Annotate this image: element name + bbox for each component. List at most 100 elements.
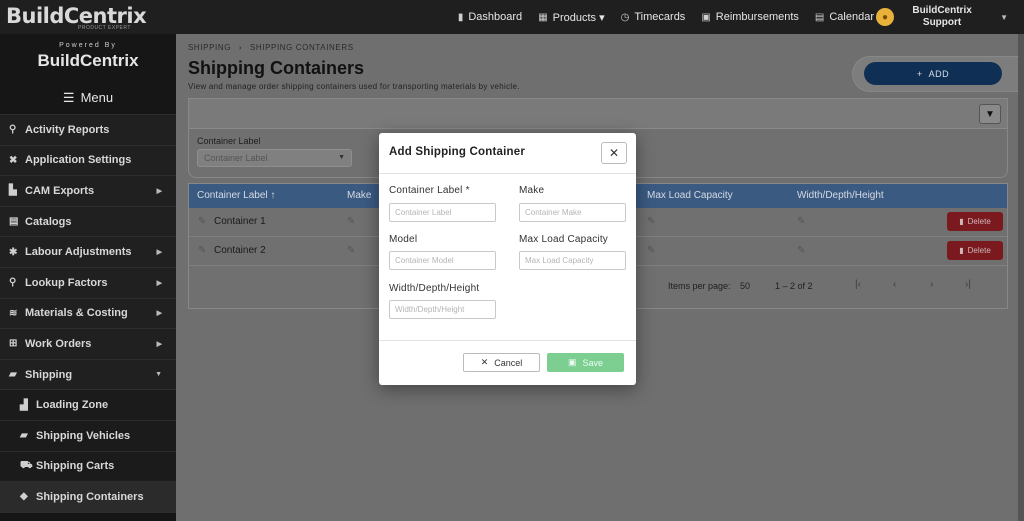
cancel-button[interactable]: ✕ Cancel <box>463 353 540 372</box>
make-input[interactable] <box>519 203 626 222</box>
model-input[interactable] <box>389 251 496 270</box>
breadcrumb: SHIPPING › SHIPPING CONTAINERS <box>188 43 359 52</box>
save-icon: ▣ <box>567 357 577 367</box>
sidebar-item-shipping[interactable]: ▰ Shipping ▼ <box>0 359 176 391</box>
nav-reimbursements[interactable]: ▣ Reimbursements <box>701 11 799 23</box>
cancel-label: Cancel <box>494 357 523 368</box>
sidebar-item-shipping-containers[interactable]: ◆ Shipping Containers <box>0 482 176 513</box>
scrollbar[interactable] <box>1018 34 1024 521</box>
add-button[interactable]: + ADD <box>864 62 1002 85</box>
previous-page-icon[interactable]: ‹ <box>893 279 896 290</box>
close-icon: ✕ <box>608 146 620 160</box>
nav-calendar[interactable]: ▤ Calendar <box>815 11 874 23</box>
chevron-right-icon: ▶ <box>156 249 162 257</box>
bar-chart-icon: ▮ <box>457 11 464 23</box>
items-per-page-select[interactable]: 50 <box>740 281 750 291</box>
search-icon: ⚲ <box>9 124 17 136</box>
user-name-line1: BuildCentrix <box>912 5 972 16</box>
last-page-icon[interactable]: ›| <box>965 279 971 290</box>
edit-icon[interactable]: ✎ <box>347 216 355 227</box>
sidebar-item-cam-exports[interactable]: ▙ CAM Exports ▶ <box>0 176 176 207</box>
delete-button[interactable]: ▮ Delete <box>947 212 1003 231</box>
sidebar-item-label: Activity Reports <box>25 123 110 136</box>
box-icon: ◆ <box>20 491 28 503</box>
filter-header: ▼ <box>189 99 1007 129</box>
column-header-container-label[interactable]: Container Label ↑ <box>197 190 275 201</box>
sidebar-item-label: Shipping Carts <box>36 460 115 473</box>
filter-label: Container Label <box>197 136 261 146</box>
sidebar-item-label: Labour Adjustments <box>25 246 132 259</box>
truck-icon: ▰ <box>20 430 28 442</box>
sidebar-item-shipping-vehicles[interactable]: ▰ Shipping Vehicles <box>0 420 176 452</box>
nav-label: Timecards <box>634 11 686 23</box>
file-export-icon: ▙ <box>9 185 17 197</box>
nav-timecards[interactable]: ◷ Timecards <box>621 11 686 23</box>
edit-icon[interactable]: ✎ <box>198 216 206 227</box>
save-label: Save <box>582 357 604 368</box>
chevron-right-icon: ▶ <box>156 187 162 195</box>
nav-dashboard[interactable]: ▮ Dashboard <box>458 11 522 23</box>
delete-button[interactable]: ▮ Delete <box>947 241 1003 260</box>
book-icon: ▤ <box>9 216 19 228</box>
dialog-divider <box>379 340 636 341</box>
sidebar-item-work-orders[interactable]: ⊞ Work Orders ▶ <box>0 329 176 360</box>
page-title: Shipping Containers <box>188 58 365 78</box>
sidebar-item-activity-reports[interactable]: ⚲ Activity Reports <box>0 115 176 146</box>
edit-icon[interactable]: ✎ <box>797 216 805 227</box>
nav-label: Reimbursements <box>715 11 799 23</box>
sidebar-item-labour-adjustments[interactable]: ✱ Labour Adjustments ▶ <box>0 237 176 268</box>
max-load-input[interactable] <box>519 251 626 270</box>
sidebar-item-label: Lookup Factors <box>25 276 108 289</box>
sidebar-item-label: Loading Zone <box>36 399 109 412</box>
column-header-dimensions[interactable]: Width/Depth/Height <box>797 190 884 201</box>
caret-down-icon: ▼ <box>338 154 345 161</box>
chevron-right-icon: ▶ <box>156 310 162 318</box>
sidebar-item-materials-costing[interactable]: ≋ Materials & Costing ▶ <box>0 298 176 330</box>
sidebar-item-lookup-factors[interactable]: ⚲ Lookup Factors ▶ <box>0 267 176 299</box>
sidebar-item-application-settings[interactable]: ✖ Application Settings <box>0 145 176 177</box>
next-page-icon[interactable]: › <box>930 279 933 290</box>
user-menu[interactable]: ● BuildCentrix Support ▼ <box>876 0 1008 34</box>
container-label-cell: Container 1 <box>214 216 266 227</box>
sidebar-brand: BuildCentrix <box>37 51 139 70</box>
close-button[interactable]: ✕ <box>601 142 627 164</box>
menu-toggle[interactable]: ☰ Menu <box>0 81 176 115</box>
items-per-page-label: Items per page: <box>668 281 731 291</box>
edit-icon[interactable]: ✎ <box>647 245 655 256</box>
edit-icon[interactable]: ✎ <box>198 245 206 256</box>
sidebar-item-label: Work Orders <box>25 337 92 350</box>
column-header-max-load[interactable]: Max Load Capacity <box>647 190 733 201</box>
make-label: Make <box>519 185 545 196</box>
edit-icon[interactable]: ✎ <box>347 245 355 256</box>
column-header-make[interactable]: Make <box>347 190 371 201</box>
add-button-label: ADD <box>928 68 950 79</box>
brand-subtitle: PRODUCT EXPERT <box>78 25 131 31</box>
chevron-down-icon: ▼ <box>1000 12 1008 22</box>
hamburger-icon: ☰ <box>62 89 75 105</box>
cart-icon: ⛟ <box>20 459 33 471</box>
first-page-icon[interactable]: |‹ <box>855 279 861 290</box>
container-label-cell: Container 2 <box>214 245 266 256</box>
save-button[interactable]: ▣ Save <box>547 353 624 372</box>
dialog-title: Add Shipping Container <box>389 146 525 158</box>
sidebar-item-catalogs[interactable]: ▤ Catalogs <box>0 206 176 238</box>
dimensions-input[interactable] <box>389 300 496 319</box>
delete-label: Delete <box>967 246 991 255</box>
breadcrumb-item[interactable]: SHIPPING <box>188 43 231 52</box>
calendar-icon: ▤ <box>814 11 825 23</box>
sidebar-item-label: CAM Exports <box>25 184 95 197</box>
container-label-filter-select[interactable]: Container Label ▼ <box>197 149 352 167</box>
edit-icon[interactable]: ✎ <box>647 216 655 227</box>
filter-button[interactable]: ▼ <box>979 104 1001 124</box>
container-label-label: Container Label * <box>389 185 470 196</box>
sidebar-item-loading-zone[interactable]: ▟ Loading Zone <box>0 390 176 421</box>
nav-label: Dashboard <box>468 11 523 23</box>
nav-products[interactable]: ▦ Products ▾ <box>538 11 604 24</box>
chevron-right-icon: › <box>238 43 243 52</box>
chevron-right-icon: ▶ <box>156 279 162 287</box>
container-label-input[interactable] <box>389 203 496 222</box>
chevron-down-icon: ▼ <box>155 371 162 379</box>
close-icon: ✕ <box>480 357 489 367</box>
edit-icon[interactable]: ✎ <box>797 245 805 256</box>
sidebar-item-shipping-carts[interactable]: ⛟ Shipping Carts <box>0 451 176 483</box>
